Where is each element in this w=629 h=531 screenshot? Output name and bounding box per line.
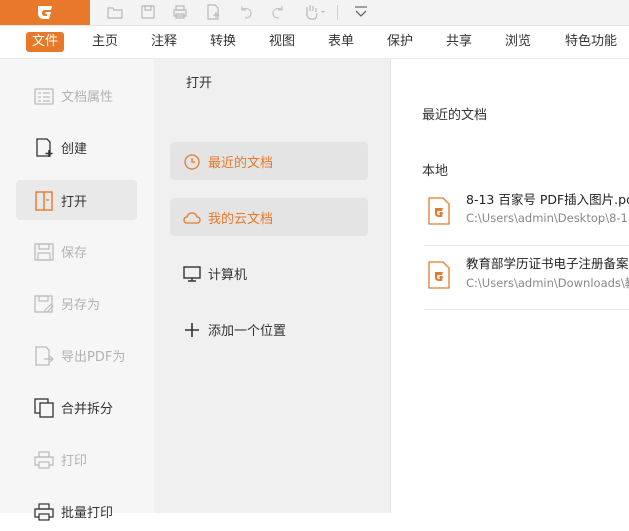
menu-label: 文档属性 — [61, 90, 114, 105]
create-icon — [36, 138, 53, 157]
undo-icon[interactable] — [237, 3, 255, 21]
menu-label: 打印 — [61, 454, 88, 469]
app-logo-icon — [38, 6, 52, 19]
file-path: C:\Users\admin\Downloads\教 — [466, 276, 629, 290]
open-recent-documents[interactable]: 最近的文档 — [170, 142, 368, 180]
save-as-icon — [34, 295, 54, 313]
menu-label: 导出PDF为 — [61, 350, 126, 365]
recent-file-item[interactable]: 教育部学历证书电子注册备案 C:\Users\admin\Downloads\教 — [424, 247, 629, 310]
open-item-label: 最近的文档 — [208, 156, 274, 171]
open-item-label: 我的云文档 — [208, 212, 274, 227]
redo-icon[interactable] — [269, 3, 287, 21]
tab-features[interactable]: 特色功能 — [565, 32, 617, 52]
customize-dropdown-icon[interactable] — [352, 3, 370, 21]
title-bar — [0, 0, 629, 26]
menu-batch-print[interactable]: 批量打印 — [16, 491, 137, 531]
menu-merge-split[interactable]: 合并拆分 — [16, 387, 137, 427]
menu-label: 批量打印 — [61, 506, 114, 521]
export-pdf-icon — [35, 346, 54, 366]
app-logo[interactable] — [0, 0, 90, 25]
menu-save-as[interactable]: 另存为 — [16, 283, 137, 323]
file-path: C:\Users\admin\Desktop\8-13 — [466, 211, 629, 225]
recent-file-item[interactable]: 8-13 百家号 PDF插入图片.pdf C:\Users\admin\Desk… — [424, 183, 629, 246]
cloud-icon — [183, 212, 201, 224]
file-name: 8-13 百家号 PDF插入图片.pdf — [466, 192, 629, 207]
open-folder-icon[interactable] — [106, 3, 124, 21]
tab-file[interactable]: 文件 — [26, 32, 65, 52]
menu-export-pdf[interactable]: 导出PDF为 — [16, 335, 137, 375]
menu-save[interactable]: 保存 — [16, 231, 137, 271]
document-properties-icon — [34, 88, 54, 105]
file-name: 教育部学历证书电子注册备案 — [466, 256, 629, 271]
new-document-icon[interactable] — [204, 3, 222, 21]
open-panel-title: 打开 — [186, 76, 213, 91]
menu-label: 另存为 — [61, 298, 101, 313]
open-panel: 打开 最近的文档 我的云文档 计算机 添加一个位置 — [154, 59, 391, 513]
ribbon-tabs: 文件 主页 注释 转换 视图 表单 保护 共享 浏览 特色功能 — [0, 26, 629, 59]
pdf-file-icon — [428, 261, 450, 289]
menu-open[interactable]: 打开 — [16, 180, 137, 220]
save-icon — [34, 243, 54, 261]
tab-home[interactable]: 主页 — [92, 32, 118, 52]
merge-split-icon — [34, 398, 54, 418]
save-quick-icon[interactable] — [139, 3, 157, 21]
menu-label: 保存 — [61, 246, 88, 261]
tab-browse[interactable]: 浏览 — [505, 32, 531, 52]
open-computer[interactable]: 计算机 — [170, 254, 368, 292]
clock-icon — [184, 154, 200, 170]
computer-icon — [183, 266, 201, 282]
recent-documents-title: 最近的文档 — [422, 108, 488, 123]
tab-protect[interactable]: 保护 — [387, 32, 413, 52]
tab-view[interactable]: 视图 — [269, 32, 295, 52]
open-item-label: 计算机 — [208, 268, 248, 283]
local-section-label: 本地 — [422, 164, 449, 179]
tab-form[interactable]: 表单 — [328, 32, 354, 52]
open-item-label: 添加一个位置 — [208, 324, 287, 339]
menu-label: 创建 — [61, 142, 88, 157]
print-icon — [34, 451, 54, 469]
tab-share[interactable]: 共享 — [446, 32, 472, 52]
print-quick-icon[interactable] — [171, 3, 189, 21]
toolbar-divider — [337, 5, 338, 20]
open-cloud-documents[interactable]: 我的云文档 — [170, 198, 368, 236]
open-add-location[interactable]: 添加一个位置 — [170, 310, 368, 348]
pdf-file-icon — [428, 197, 450, 225]
menu-create[interactable]: 创建 — [16, 127, 137, 167]
hand-tool-icon[interactable] — [302, 3, 328, 21]
menu-label: 打开 — [61, 195, 88, 210]
menu-document-properties[interactable]: 文档属性 — [16, 75, 137, 115]
menu-label: 合并拆分 — [61, 402, 114, 417]
file-menu-sidebar: 文档属性 创建 打开 保存 另存为 导出PDF为 合并拆分 打印 批量打印 — [0, 59, 154, 521]
tab-annotate[interactable]: 注释 — [151, 32, 177, 52]
batch-print-icon — [34, 503, 54, 521]
recent-documents-panel: 最近的文档 本地 8-13 百家号 PDF插入图片.pdf C:\Users\a… — [391, 59, 629, 513]
open-icon — [35, 191, 53, 211]
menu-print[interactable]: 打印 — [16, 439, 137, 479]
tab-convert[interactable]: 转换 — [210, 32, 236, 52]
add-icon — [185, 323, 199, 337]
